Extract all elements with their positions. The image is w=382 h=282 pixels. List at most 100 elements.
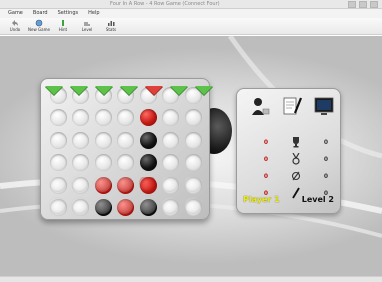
reflection-empty-slot: [181, 195, 204, 218]
board-empty-slot[interactable]: [92, 107, 115, 130]
empty-hole-icon: [49, 154, 67, 172]
board-empty-slot[interactable]: [160, 129, 183, 152]
panel-top-icons: [249, 95, 335, 117]
drop-arrow-column-5[interactable]: [145, 86, 163, 95]
minimize-button[interactable]: [348, 1, 356, 8]
empty-hole-icon: [183, 177, 201, 192]
board-empty-slot[interactable]: [160, 107, 183, 130]
empty-hole-icon: [93, 197, 111, 215]
computer-stat-value: 0: [323, 172, 329, 180]
empty-hole-icon: [183, 197, 201, 215]
empty-hole-icon: [184, 154, 202, 172]
board-empty-slot[interactable]: [70, 129, 93, 152]
game-stage: 00000000 Player 1 Level 2: [0, 36, 382, 276]
empty-hole-icon: [49, 109, 67, 127]
reflection-empty-slot: [159, 177, 182, 195]
level-label: Level: [81, 27, 93, 32]
hint-icon: [59, 19, 67, 27]
toolbar: Undo New Game Hint Level Stats: [0, 18, 382, 35]
notepad-icon[interactable]: [281, 95, 303, 117]
computer-stat-value: 0: [323, 138, 329, 146]
level-button[interactable]: Level: [78, 18, 96, 33]
maximize-button[interactable]: [359, 1, 367, 8]
level-icon: [83, 19, 91, 27]
empty-hole-icon: [48, 197, 66, 215]
empty-hole-icon: [48, 177, 66, 192]
board-reflection: [40, 177, 208, 222]
empty-hole-icon: [94, 154, 112, 172]
reflection-empty-slot: [91, 177, 114, 195]
trophy-icon: [281, 136, 311, 148]
undo-label: Undo: [9, 27, 21, 32]
board-black-piece[interactable]: [137, 129, 160, 152]
menu-board[interactable]: Board: [33, 9, 48, 18]
reflection-empty-slot: [159, 195, 182, 218]
empty-hole-icon: [94, 131, 112, 149]
board-empty-slot[interactable]: [160, 152, 183, 175]
hint-label: Hint: [58, 27, 68, 32]
new-game-button[interactable]: New Game: [28, 18, 50, 33]
player-stat-value: 0: [263, 138, 269, 146]
menu-settings[interactable]: Settings: [58, 9, 79, 18]
stats-icon: [107, 19, 115, 27]
drop-arrow-column-7[interactable]: [195, 86, 213, 95]
drop-arrow-column-1[interactable]: [45, 86, 63, 95]
reflection-empty-slot: [181, 177, 204, 195]
board-empty-slot[interactable]: [70, 152, 93, 175]
empty-hole-icon: [161, 177, 179, 192]
new-game-icon: [35, 19, 43, 27]
window-title: Four In A Row - 4 Row Game (Connect Four…: [110, 1, 220, 7]
undo-button[interactable]: Undo: [6, 18, 24, 33]
board-empty-slot[interactable]: [182, 107, 205, 130]
black-disc-icon: [139, 154, 157, 172]
stats-table: 00000000: [251, 136, 341, 199]
stats-button[interactable]: Stats: [102, 18, 120, 33]
empty-hole-icon: [117, 154, 135, 172]
board-empty-slot[interactable]: [70, 107, 93, 130]
empty-hole-icon: [117, 131, 135, 149]
empty-hole-icon: [71, 177, 89, 192]
window-controls: [348, 1, 378, 8]
player-vs-icon[interactable]: [249, 95, 271, 117]
game-window: Four In A Row - 4 Row Game (Connect Four…: [0, 0, 382, 282]
board-empty-slot[interactable]: [182, 129, 205, 152]
empty-hole-icon: [116, 177, 134, 192]
undo-icon: [11, 19, 19, 27]
empty-hole-icon: [116, 197, 134, 215]
board-empty-slot[interactable]: [47, 107, 70, 130]
board-empty-slot[interactable]: [47, 129, 70, 152]
reflection-empty-slot: [114, 177, 137, 195]
drop-arrow-column-4[interactable]: [120, 86, 138, 95]
red-disc-icon: [138, 177, 156, 192]
drop-arrow-column-6[interactable]: [170, 86, 188, 95]
board-empty-slot[interactable]: [47, 152, 70, 175]
empty-hole-icon: [161, 197, 179, 215]
empty-hole-icon: [72, 109, 90, 127]
new-game-label: New Game: [28, 27, 50, 32]
player-stat-value: 0: [263, 155, 269, 163]
menu-help[interactable]: Help: [88, 9, 99, 18]
empty-hole-icon: [93, 177, 111, 192]
reflection-empty-slot: [46, 195, 69, 218]
medal-icon: [281, 153, 311, 165]
menu-bar: Game Board Settings Help: [0, 9, 382, 18]
board-empty-slot[interactable]: [115, 107, 138, 130]
board-empty-slot[interactable]: [115, 152, 138, 175]
computer-monitor-icon[interactable]: [313, 95, 335, 117]
reflection-empty-slot: [91, 195, 114, 218]
empty-hole-icon: [72, 154, 90, 172]
board-black-piece[interactable]: [137, 152, 160, 175]
drop-arrow-column-3[interactable]: [95, 86, 113, 95]
board-empty-slot[interactable]: [92, 152, 115, 175]
hint-button[interactable]: Hint: [54, 18, 72, 33]
stats-label: Stats: [105, 27, 117, 32]
difficulty-level-label: Level 2: [301, 195, 334, 204]
board-empty-slot[interactable]: [92, 129, 115, 152]
board-empty-slot[interactable]: [115, 129, 138, 152]
board-red-piece[interactable]: [137, 107, 160, 130]
player-stat-value: 0: [263, 172, 269, 180]
board-empty-slot[interactable]: [182, 152, 205, 175]
close-button[interactable]: [370, 1, 378, 8]
drop-arrow-column-2[interactable]: [70, 86, 88, 95]
menu-game[interactable]: Game: [8, 9, 23, 18]
